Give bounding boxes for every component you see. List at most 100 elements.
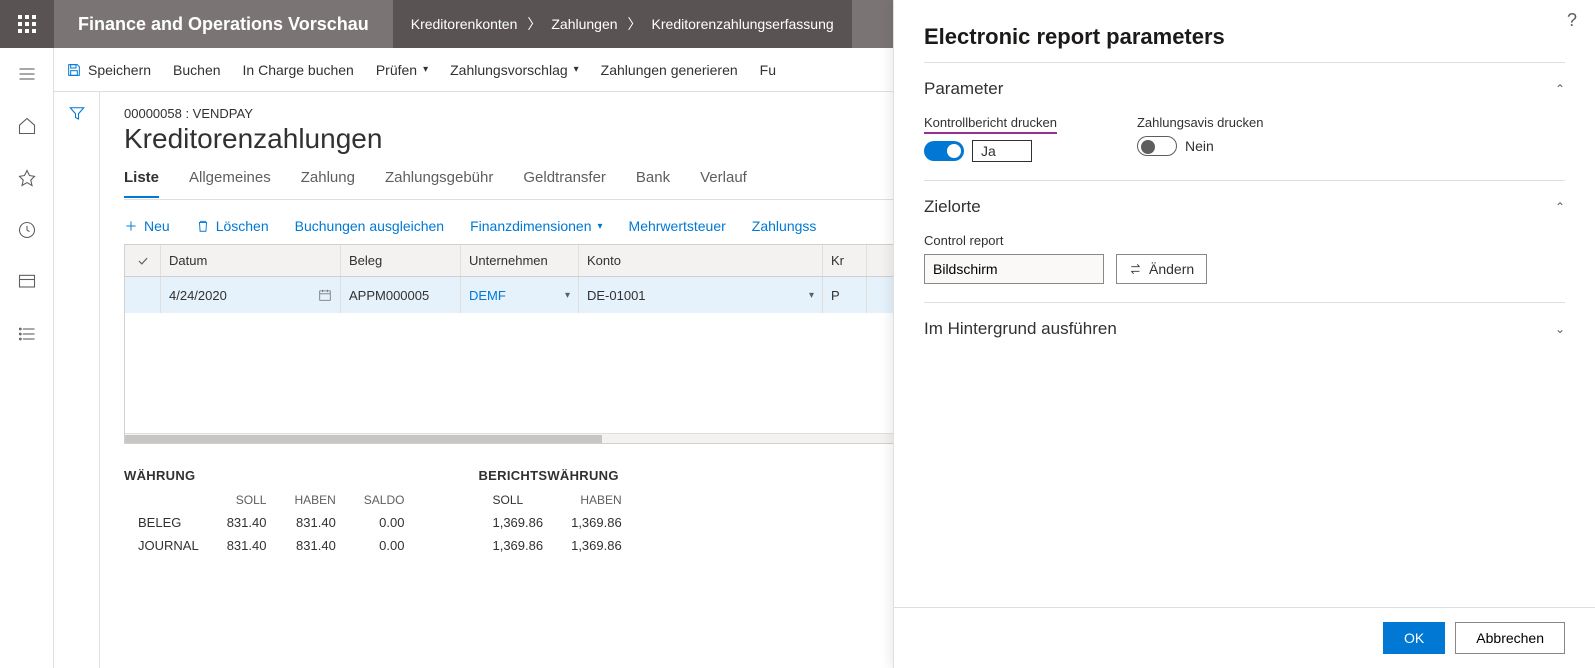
col-voucher[interactable]: Beleg	[341, 245, 461, 276]
row-checkbox[interactable]	[125, 277, 161, 313]
cell-voucher[interactable]: APPM000005	[341, 277, 461, 313]
totals-row: 1,369.86 1,369.86	[478, 511, 663, 534]
section-destinations: Zielorte ⌃ Control report Ändern	[924, 180, 1565, 302]
chevron-down-icon: ▾	[809, 290, 814, 301]
select-all-checkbox[interactable]	[125, 245, 161, 276]
breadcrumb-item[interactable]: Kreditorenkonten	[411, 16, 518, 32]
workspace-icon	[17, 272, 37, 292]
advice-print-value: Nein	[1185, 138, 1214, 154]
cancel-button[interactable]: Abbrechen	[1455, 622, 1565, 654]
currency-title: WÄHRUNG	[124, 468, 418, 483]
col-account[interactable]: Konto	[579, 245, 823, 276]
cell-date[interactable]: 4/24/2020	[161, 277, 341, 313]
workspaces-button[interactable]	[7, 262, 47, 302]
cell-rest[interactable]: P	[823, 277, 867, 313]
tab-history[interactable]: Verlauf	[700, 169, 747, 197]
payment-status-button[interactable]: Zahlungss	[752, 218, 817, 234]
financial-dimensions-button[interactable]: Finanzdimensionen▾	[470, 218, 602, 234]
plus-icon	[124, 219, 138, 233]
list-icon	[17, 324, 37, 344]
advice-print-label: Zahlungsavis drucken	[1137, 115, 1263, 130]
col-credit: HABEN	[280, 489, 349, 511]
chevron-down-icon: ▾	[598, 221, 603, 232]
control-report-print-label: Kontrollbericht drucken	[924, 115, 1057, 134]
check-icon	[136, 254, 150, 268]
save-button[interactable]: Speichern	[66, 62, 151, 78]
breadcrumb-item[interactable]: Zahlungen	[551, 16, 617, 32]
col-balance: SALDO	[350, 489, 419, 511]
section-parameter: Parameter ⌃ Kontrollbericht drucken Ja Z…	[924, 62, 1565, 180]
tab-fee[interactable]: Zahlungsgebühr	[385, 169, 493, 197]
app-launcher-button[interactable]	[0, 0, 54, 48]
advice-print-toggle[interactable]	[1137, 136, 1177, 156]
trash-icon	[196, 219, 210, 233]
control-report-print-toggle[interactable]	[924, 141, 964, 161]
totals-row: 1,369.86 1,369.86	[478, 534, 663, 557]
tab-payment[interactable]: Zahlung	[301, 169, 355, 197]
col-credit: HABEN	[557, 489, 636, 511]
chevron-down-icon: ▾	[565, 290, 570, 301]
control-report-print-value: Ja	[972, 140, 1032, 162]
filter-icon	[68, 104, 86, 122]
settle-button[interactable]: Buchungen ausgleichen	[295, 218, 444, 234]
col-date[interactable]: Datum	[161, 245, 341, 276]
post-button[interactable]: Buchen	[173, 62, 220, 78]
new-button[interactable]: Neu	[124, 218, 170, 234]
section-destinations-header[interactable]: Zielorte ⌃	[924, 181, 1565, 233]
tab-bank[interactable]: Bank	[636, 169, 670, 197]
chevron-right-icon: 〉	[628, 14, 642, 34]
star-icon	[17, 168, 37, 188]
calendar-icon	[318, 288, 332, 302]
section-background: Im Hintergrund ausführen ⌄	[924, 302, 1565, 355]
tab-list[interactable]: Liste	[124, 169, 159, 198]
save-label: Speichern	[88, 62, 151, 78]
col-rest[interactable]: Kr	[823, 245, 867, 276]
side-rail	[0, 48, 54, 668]
parameters-panel: ? Electronic report parameters Parameter…	[893, 0, 1595, 668]
ok-button[interactable]: OK	[1383, 622, 1445, 654]
help-button[interactable]: ?	[1567, 10, 1577, 31]
delete-button[interactable]: Löschen	[196, 218, 269, 234]
save-icon	[66, 62, 82, 78]
filter-button[interactable]	[68, 104, 86, 668]
chevron-down-icon: ▾	[423, 64, 428, 75]
more-button[interactable]: Fu	[760, 62, 776, 78]
col-company[interactable]: Unternehmen	[461, 245, 579, 276]
cell-account[interactable]: DE-01001 ▾	[579, 277, 823, 313]
control-report-dest-label: Control report	[924, 233, 1207, 248]
generate-payments-button[interactable]: Zahlungen generieren	[601, 62, 738, 78]
swap-icon	[1129, 262, 1143, 276]
section-parameter-header[interactable]: Parameter ⌃	[924, 63, 1565, 115]
payment-proposal-button[interactable]: Zahlungsvorschlag▾	[450, 62, 579, 78]
chevron-down-icon: ▾	[574, 64, 579, 75]
cell-company[interactable]: DEMF ▾	[461, 277, 579, 313]
recent-button[interactable]	[7, 210, 47, 250]
post-in-charge-button[interactable]: In Charge buchen	[243, 62, 354, 78]
vat-button[interactable]: Mehrwertsteuer	[629, 218, 726, 234]
change-destination-button[interactable]: Ändern	[1116, 254, 1207, 284]
panel-footer: OK Abbrechen	[894, 607, 1595, 668]
hamburger-icon	[17, 64, 37, 84]
totals-row: JOURNAL 831.40 831.40 0.00	[124, 534, 418, 557]
col-debit: SOLL	[478, 489, 557, 511]
totals-row: BELEG 831.40 831.40 0.00	[124, 511, 418, 534]
breadcrumb-item[interactable]: Kreditorenzahlungserfassung	[652, 16, 834, 32]
nav-menu-button[interactable]	[7, 54, 47, 94]
control-report-dest-input[interactable]	[924, 254, 1104, 284]
modules-button[interactable]	[7, 314, 47, 354]
home-button[interactable]	[7, 106, 47, 146]
tab-general[interactable]: Allgemeines	[189, 169, 271, 197]
app-title: Finance and Operations Vorschau	[54, 0, 393, 48]
scrollbar-thumb[interactable]	[125, 435, 602, 443]
help-icon: ?	[1567, 10, 1577, 30]
section-background-header[interactable]: Im Hintergrund ausführen ⌄	[924, 303, 1565, 355]
chevron-down-icon: ⌄	[1555, 322, 1565, 336]
waffle-icon	[18, 15, 36, 33]
clock-icon	[17, 220, 37, 240]
tab-transfer[interactable]: Geldtransfer	[523, 169, 606, 197]
reporting-currency-title: BERICHTSWÄHRUNG	[478, 468, 663, 483]
favorites-button[interactable]	[7, 158, 47, 198]
validate-button[interactable]: Prüfen▾	[376, 62, 428, 78]
col-debit: SOLL	[213, 489, 281, 511]
breadcrumb: Kreditorenkonten 〉 Zahlungen 〉 Kreditore…	[393, 0, 852, 48]
